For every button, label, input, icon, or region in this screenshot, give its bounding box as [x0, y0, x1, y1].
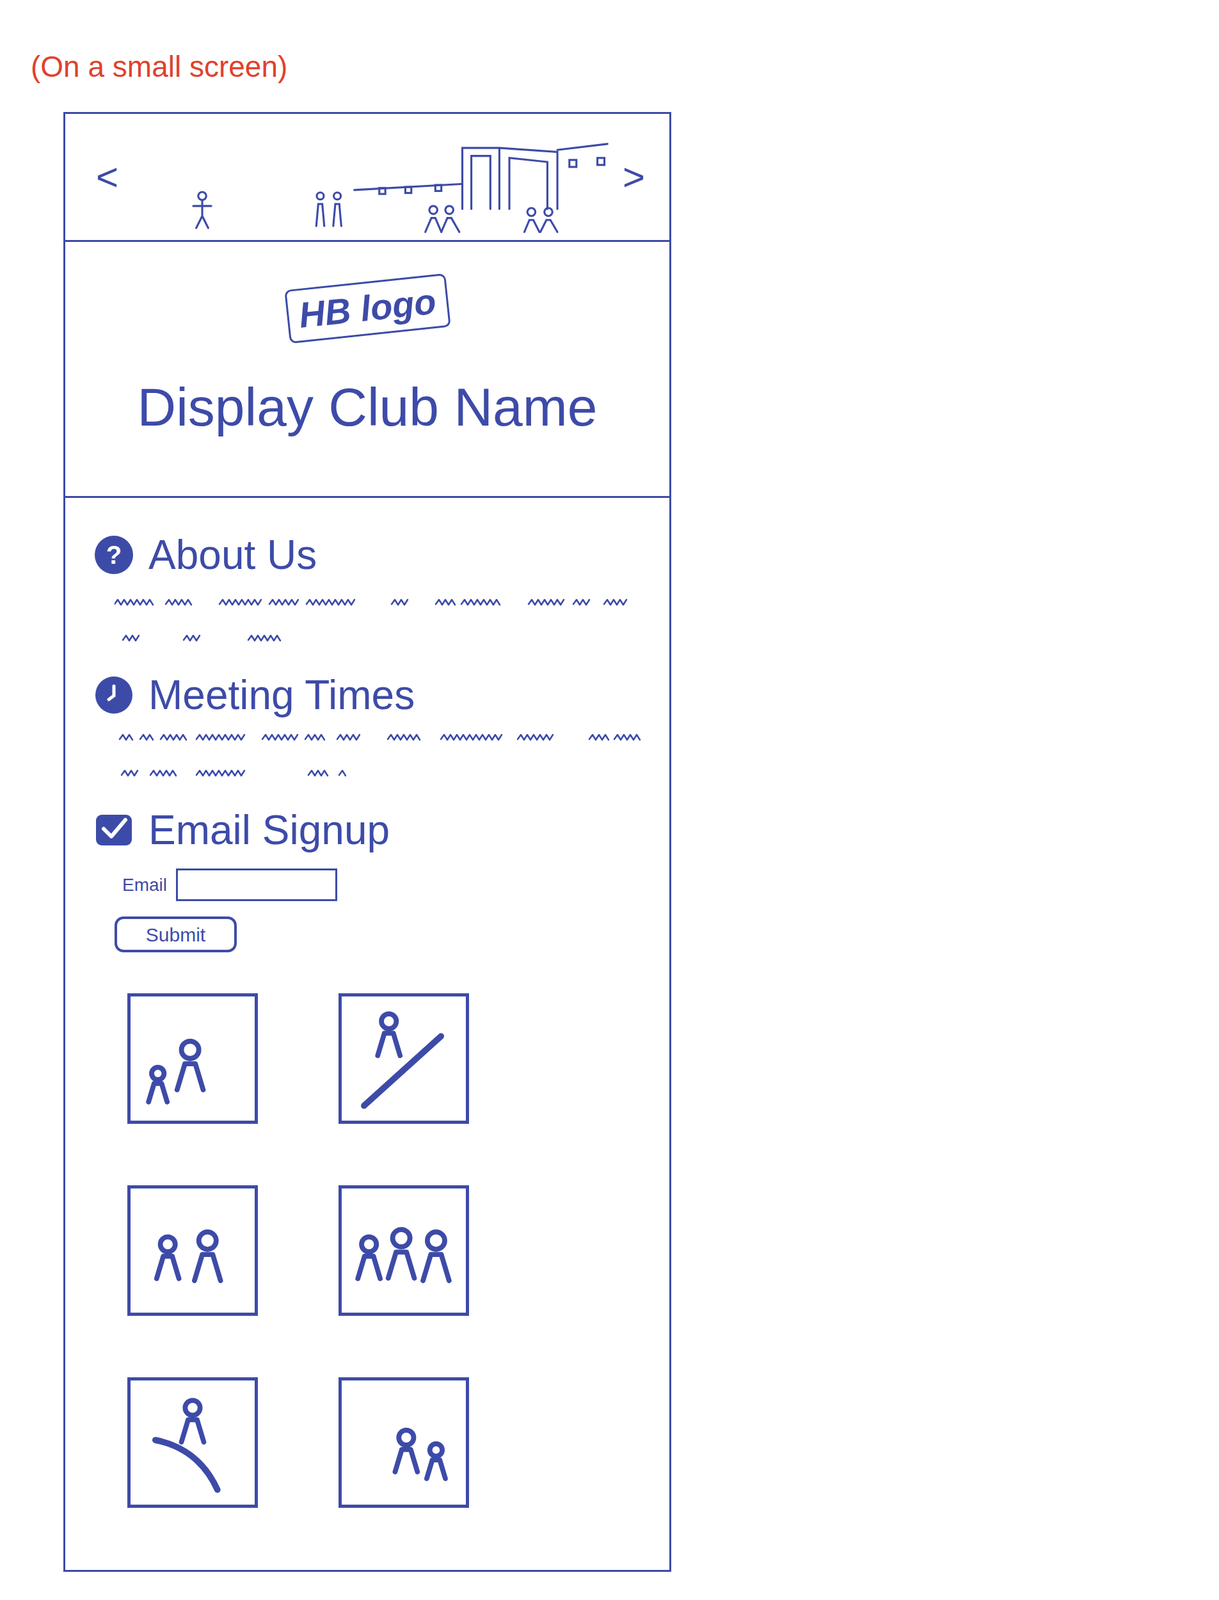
gallery-photo[interactable] — [338, 993, 470, 1124]
page: (On a small screen)<>HB logoDisplay Club… — [0, 0, 1219, 1600]
placeholder-text-line — [114, 731, 653, 745]
photo-carousel[interactable]: <> — [65, 113, 670, 242]
section-heading: Meeting Times — [94, 670, 651, 720]
club-name: Display Club Name — [137, 374, 598, 439]
photo-gallery — [127, 993, 651, 1508]
clock-icon — [94, 675, 134, 715]
section-heading: Email Signup — [94, 805, 651, 855]
section: Email Signup Email Submit — [94, 805, 651, 953]
carousel-next-button[interactable]: > — [617, 158, 651, 197]
email-input[interactable] — [175, 868, 338, 901]
gallery-photo[interactable] — [338, 1377, 470, 1508]
placeholder-text-line — [114, 767, 653, 781]
section: Meeting Times — [94, 670, 651, 781]
placeholder-text-line — [114, 632, 653, 646]
photo-people-icon — [130, 996, 255, 1121]
gallery-photo[interactable] — [127, 1377, 258, 1508]
photo-people-icon — [341, 1188, 466, 1313]
photo-people-icon — [341, 996, 466, 1121]
note: (On a small screen) — [0, 48, 1219, 85]
club-header: HB logo Display Club Name — [65, 241, 670, 498]
carousel-photo — [65, 113, 670, 240]
carousel-prev-button[interactable]: < — [90, 158, 124, 197]
gallery-photo[interactable] — [127, 993, 258, 1124]
photo-people-icon — [130, 1380, 255, 1505]
section-heading: ?About Us — [94, 530, 651, 580]
gallery-photo[interactable] — [127, 1185, 258, 1316]
gallery-photo[interactable] — [338, 1185, 470, 1316]
submit-button[interactable]: Submit — [114, 916, 237, 953]
signup-form: Email Submit — [94, 854, 651, 953]
email-label: Email — [122, 871, 168, 899]
photo-people-icon — [341, 1380, 466, 1505]
club-logo: HB logo — [286, 267, 449, 350]
placeholder-text-line — [114, 596, 653, 610]
phone-frame: <>HB logoDisplay Club Name?About UsMeeti… — [63, 111, 672, 1572]
email-check-icon — [94, 810, 134, 850]
section: ?About Us — [94, 530, 651, 646]
content: ?About Us Meeting Times Email Signup Email S… — [65, 497, 670, 1570]
photo-people-icon — [130, 1188, 255, 1313]
question-icon: ? — [94, 535, 134, 574]
